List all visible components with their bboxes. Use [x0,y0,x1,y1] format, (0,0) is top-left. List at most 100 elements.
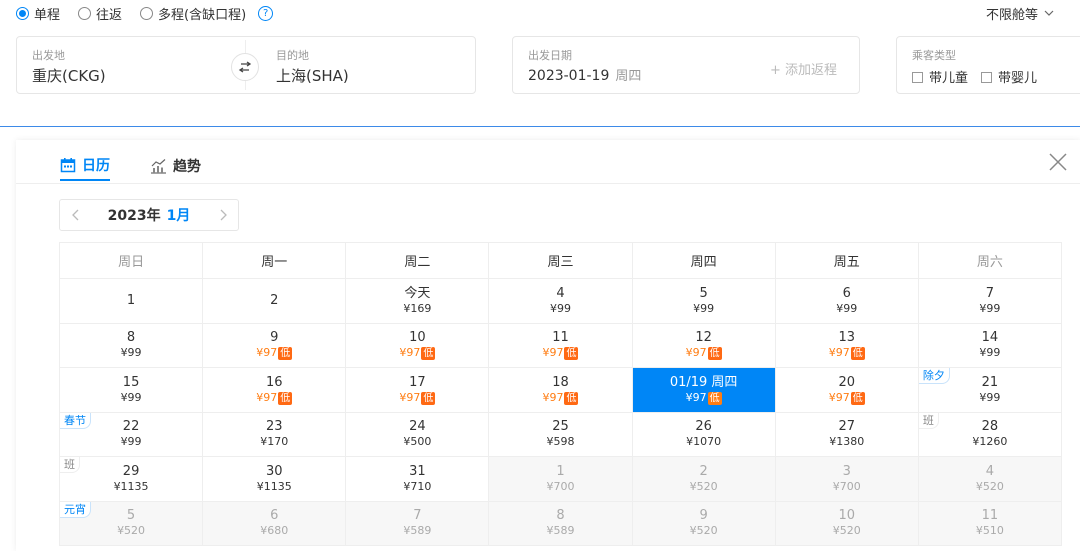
calendar-day-cell[interactable]: 5 ¥99 [631,278,776,324]
calendar-day-cell[interactable]: 25 ¥598 [488,411,633,457]
trip-type-oneway[interactable]: 单程 [16,4,60,23]
weekday-header: 周日 [58,242,204,279]
calendar-day-cell[interactable]: 4 ¥520 [917,456,1063,502]
calendar-day-cell[interactable]: 2 ¥520 [631,456,776,502]
day-number: 26 [695,419,712,435]
chevron-right-icon [220,209,227,220]
calendar-day-cell[interactable]: 除夕 21 ¥99 [917,367,1063,413]
calendar-day-cell[interactable]: 今天 ¥169 [345,278,490,324]
low-price-badge: 低 [850,347,865,361]
cabin-class-select[interactable]: 不限舱等 [986,4,1054,23]
help-icon[interactable]: ? [258,5,274,21]
calendar-day-cell[interactable]: 2 [202,278,347,324]
month-month: 1月 [166,208,191,224]
month-title: 2023年 1月 [90,205,208,225]
prev-month-button[interactable] [60,206,90,225]
child-label: 带儿童 [929,71,969,86]
day-number: 3 [842,463,851,479]
calendar-day-cell[interactable]: 班 28 ¥1260 [917,411,1063,457]
trend-chart-icon [151,159,166,174]
radio-icon [16,6,29,20]
day-price: ¥97 低 [346,391,488,405]
calendar-day-cell[interactable]: 23 ¥170 [202,411,347,457]
infant-checkbox[interactable]: 带婴儿 [981,67,1037,86]
price-text: ¥97 [828,346,850,360]
day-price: ¥97 低 [776,346,918,361]
day-number: 7 [413,508,422,524]
calendar-day-cell[interactable]: 7 ¥589 [345,500,490,546]
month-navigator: 2023年 1月 [59,199,239,231]
add-return-button[interactable]: + 添加返程 [770,59,837,78]
calendar-day-cell[interactable]: 春节 22 ¥99 [58,411,204,457]
price-text: ¥680 [260,524,289,538]
day-number: 30 [265,463,283,479]
calendar-day-cell[interactable]: 27 ¥1380 [774,411,919,457]
date-value: 2023-01-19 周四 [528,65,641,84]
day-number: 31 [409,463,426,479]
calendar-day-cell[interactable]: 12 ¥97 低 [631,322,776,368]
calendar-day-cell[interactable]: 15 ¥99 [58,367,204,413]
tab-calendar[interactable]: 日历 [60,151,110,181]
calendar-day-cell[interactable]: 6 ¥680 [202,500,347,546]
calendar-day-cell[interactable]: 11 ¥97 低 [488,322,633,368]
date-label: 出发日期 [528,49,572,62]
day-number: 25 [552,419,569,435]
calendar-day-cell[interactable]: 1 ¥700 [488,456,633,502]
calendar-day-cell[interactable]: 16 ¥97 低 [202,367,347,413]
next-month-button[interactable] [208,206,238,225]
trip-type-label: 单程 [34,7,61,23]
departure-input[interactable]: 重庆(CKG) [32,65,106,86]
calendar-day-cell[interactable]: 7 ¥99 [917,278,1063,324]
calendar-day-cell[interactable]: 31 ¥710 [345,456,490,502]
checkbox-icon [981,72,992,83]
calendar-day-cell[interactable]: 13 ¥97 低 [774,322,919,368]
holiday-tag: 班 [60,457,80,473]
calendar-day-cell[interactable]: 26 ¥1070 [631,411,776,457]
calendar-day-cell[interactable]: 17 ¥97 低 [345,367,490,413]
tab-trend[interactable]: 趋势 [150,151,201,181]
calendar-day-cell[interactable]: 4 ¥99 [488,278,633,324]
child-checkbox[interactable]: 带儿童 [912,67,968,86]
calendar-day-cell[interactable]: 18 ¥97 低 [488,367,633,413]
calendar-day-cell[interactable]: 9 ¥520 [631,500,776,546]
day-price: ¥1135 [60,480,202,494]
price-text: ¥589 [546,524,575,538]
swap-route-button[interactable] [231,53,259,81]
day-price: ¥97 低 [346,346,488,361]
calendar-day-cell[interactable]: 11 ¥510 [917,500,1063,546]
calendar-day-cell[interactable]: 3 ¥700 [774,456,919,502]
month-year: 2023年 [107,208,161,224]
trip-type-roundtrip[interactable]: 往返 [78,4,122,23]
calendar-day-cell[interactable]: 14 ¥99 [917,322,1063,368]
day-price: ¥170 [203,435,345,449]
chevron-left-icon [71,209,78,220]
price-text: ¥97 [685,346,707,360]
calendar-day-cell[interactable]: 30 ¥1135 [202,456,347,502]
day-number: 15 [122,374,140,390]
calendar-day-cell[interactable]: 班 29 ¥1135 [58,456,204,502]
calendar-day-cell[interactable]: 10 ¥97 低 [345,322,490,368]
low-price-badge: 低 [421,347,436,361]
radio-icon [78,6,92,20]
day-price: ¥700 [776,480,918,494]
day-number: 9 [699,508,708,524]
calendar-day-cell[interactable]: 8 ¥99 [58,322,204,368]
price-text: ¥520 [832,524,861,538]
calendar-day-cell[interactable]: 1 [58,278,204,324]
calendar-day-cell[interactable]: 10 ¥520 [774,500,919,546]
trip-type-multicity[interactable]: 多程(含缺口程) [140,4,246,23]
calendar-day-cell[interactable]: 元宵 5 ¥520 [58,500,204,546]
calendar-day-cell[interactable]: 24 ¥500 [345,411,490,457]
close-icon[interactable] [1048,152,1068,172]
calendar-day-cell[interactable]: 20 ¥97 低 [774,367,919,413]
day-number: 7 [985,285,995,301]
day-number: 10 [838,508,856,524]
arrival-input[interactable]: 上海(SHA) [276,65,349,86]
day-number: 10 [409,330,426,346]
calendar-day-cell[interactable]: 6 ¥99 [774,278,919,324]
calendar-day-cell[interactable]: 9 ¥97 低 [202,322,347,368]
calendar-day-cell-selected[interactable]: 01/19 周四 ¥97 低 [631,367,776,413]
calendar-day-cell[interactable]: 8 ¥589 [488,500,633,546]
day-number: 2 [699,463,708,479]
weekday-header: 周五 [774,242,919,279]
